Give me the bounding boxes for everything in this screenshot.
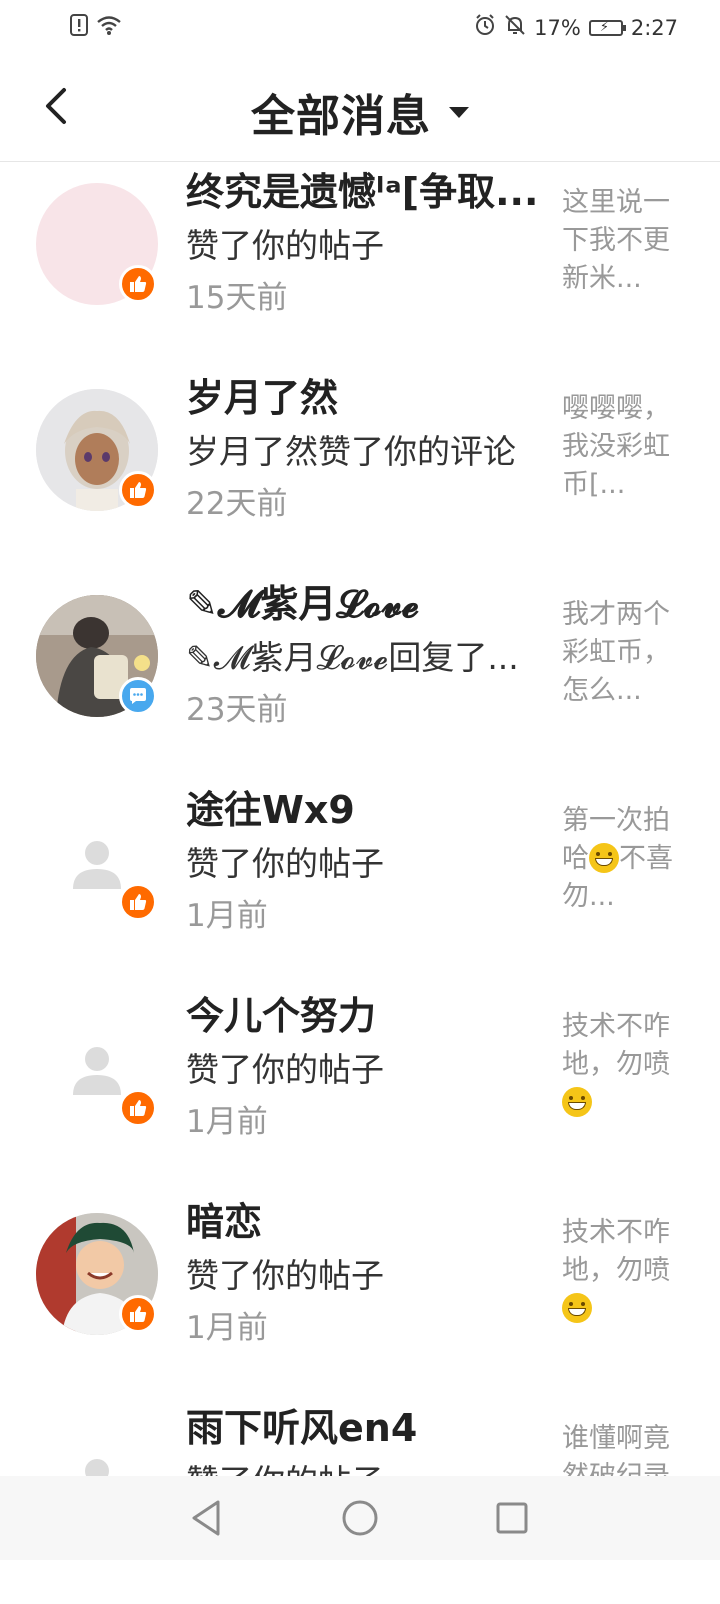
list-item[interactable]: 途往Wx9 赞了你的帖子 1月前 第一次拍哈 不喜勿...: [0, 780, 720, 986]
sender-name: ✎𝓜紫月𝓛𝓸𝓿𝓮: [186, 582, 419, 626]
system-nav-bar: [0, 1476, 720, 1560]
sender-name: 雨下听风en4: [186, 1406, 418, 1450]
like-badge-icon: [119, 1089, 157, 1127]
list-item[interactable]: ✎𝓜紫月𝓛𝓸𝓿𝓮 ✎𝓜紫月𝓛𝓸𝓿𝓮回复了... 23天前 我才两个彩虹币，怎么.…: [0, 574, 720, 780]
wifi-icon: [96, 14, 122, 41]
like-badge-icon: [119, 265, 157, 303]
clock: 2:27: [630, 15, 678, 40]
grin-emoji-icon: [562, 1293, 592, 1323]
post-preview[interactable]: 嘤嘤嘤，我没彩虹币[...: [562, 390, 686, 504]
page-title: 全部消息: [251, 91, 431, 142]
battery-icon: ⚡: [588, 19, 626, 36]
list-item[interactable]: 今儿个努力 赞了你的帖子 1月前 技术不咋地，勿喷: [0, 986, 720, 1192]
message-time: 1月前: [186, 1104, 268, 1140]
comment-badge-icon: [119, 677, 157, 715]
message-time: 1月前: [186, 898, 268, 934]
sender-name: 途往Wx9: [186, 788, 355, 832]
like-badge-icon: [119, 883, 157, 921]
message-action: ✎𝓜紫月𝓛𝓸𝓿𝓮回复了...: [186, 638, 519, 677]
list-item[interactable]: 暗恋 赞了你的帖子 1月前 技术不咋地，勿喷: [0, 1192, 720, 1398]
sender-name: 暗恋: [186, 1200, 263, 1244]
post-preview[interactable]: 我才两个彩虹币，怎么...: [562, 596, 686, 710]
sim-alert-icon: [70, 14, 88, 41]
nav-back-button[interactable]: [186, 1498, 226, 1538]
status-bar: 17% ⚡ 2:27: [0, 0, 720, 56]
message-time: 15天前: [186, 280, 288, 316]
message-action: 岁月了然赞了你的评论: [186, 432, 516, 471]
post-preview[interactable]: 第一次拍哈 不喜勿...: [562, 802, 686, 916]
header: 全部消息: [0, 56, 720, 162]
message-action: 赞了你的帖子: [186, 226, 384, 265]
battery-percent: 17%: [534, 15, 581, 40]
alarm-icon: [474, 14, 496, 41]
sender-name: 终究是遗憾ˡᵃ[争取...: [186, 170, 539, 214]
preview-text: 技术不咋地，勿喷: [562, 1011, 670, 1080]
nav-recents-button[interactable]: [492, 1498, 532, 1538]
message-action: 赞了你的帖子: [186, 844, 384, 883]
list-item[interactable]: 终究是遗憾ˡᵃ[争取... 赞了你的帖子 15天前 这里说一下我不更新米...: [0, 162, 720, 368]
post-preview[interactable]: 这里说一下我不更新米...: [562, 184, 686, 298]
mute-icon: [504, 14, 526, 41]
message-time: 23天前: [186, 692, 288, 728]
like-badge-icon: [119, 471, 157, 509]
list-item[interactable]: 岁月了然 岁月了然赞了你的评论 22天前 嘤嘤嘤，我没彩虹币[...: [0, 368, 720, 574]
square-recents-icon: [496, 1502, 528, 1534]
post-preview[interactable]: 技术不咋地，勿喷: [562, 1214, 686, 1328]
sender-name: 今儿个努力: [186, 994, 377, 1038]
triangle-back-icon: [192, 1500, 220, 1536]
nav-home-button[interactable]: [340, 1498, 380, 1538]
title-dropdown[interactable]: 全部消息: [0, 80, 720, 144]
circle-home-icon: [342, 1500, 378, 1536]
sender-name: 岁月了然: [186, 376, 339, 420]
grin-emoji-icon: [562, 1087, 592, 1117]
message-time: 22天前: [186, 486, 288, 522]
like-badge-icon: [119, 1295, 157, 1333]
message-action: 赞了你的帖子: [186, 1256, 384, 1295]
grin-emoji-icon: [589, 843, 619, 873]
message-time: 1月前: [186, 1310, 268, 1346]
preview-text: 技术不咋地，勿喷: [562, 1217, 670, 1286]
message-action: 赞了你的帖子: [186, 1050, 384, 1089]
caret-down-icon: [449, 106, 469, 118]
message-list: 终究是遗憾ˡᵃ[争取... 赞了你的帖子 15天前 这里说一下我不更新米... …: [0, 162, 720, 1604]
post-preview[interactable]: 技术不咋地，勿喷: [562, 1008, 686, 1122]
